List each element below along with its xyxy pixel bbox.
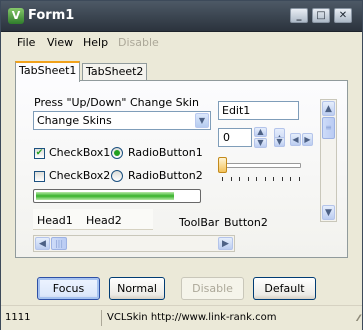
toolbar-button2[interactable]: Button2 [224,216,268,229]
scroll-down-arrow-icon[interactable]: ▼ [322,205,335,220]
header-section-2[interactable]: Head2 [86,214,122,227]
grip-icon: ||| [54,238,64,248]
trackbar-track[interactable] [218,163,301,168]
status-bar: 1111 VCLSkin http://www.link-rank.com ⁄⁄… [1,305,362,330]
trackbar-thumb[interactable] [218,157,227,173]
tab-tabsheet1[interactable]: TabSheet1 [15,61,81,82]
horizontal-scrollbar[interactable]: ◀ ||| ▶ [33,235,235,252]
spin-value: 0 [223,131,230,144]
minimize-button[interactable]: _ [290,8,308,23]
updown-right-arrow-icon[interactable]: ▶ [302,133,313,146]
window-title: Form1 [28,8,75,23]
spin-up-arrow-icon[interactable]: ▲ [254,127,267,137]
menu-file[interactable]: File [17,36,35,49]
horizontal-scroll-thumb[interactable]: ||| [51,237,67,250]
edit1-field[interactable]: Edit1 [218,101,299,120]
trackbar-tick [230,177,232,181]
menu-bar: File View Help Disable [1,32,362,52]
checkbox2-box[interactable] [34,171,45,182]
trackbar-tick [222,177,223,181]
skin-combobox-value: Change Skins [37,114,112,127]
size-grip-icon[interactable]: ⁄⁄⁄ [357,314,359,324]
header-section-1[interactable]: Head1 [37,214,73,227]
app-icon[interactable]: V [8,8,24,24]
skin-combobox[interactable]: Change Skins ▼ [33,111,211,130]
radiobutton1-label[interactable]: RadioButton1 [128,146,203,159]
focus-button[interactable]: Focus [37,277,100,300]
maximize-button[interactable]: □ [312,8,330,23]
updown-left-arrow-icon[interactable]: ◀ [290,133,301,146]
checkbox1-label[interactable]: CheckBox1 [49,146,110,159]
toolbar-label: ToolBar [179,216,220,229]
trackbar-tick [273,177,274,181]
title-bar[interactable]: V Form1 _ □ ✕ [1,1,362,32]
status-panel-center: VCLSkin http://www.link-rank.com [107,312,277,323]
header-control: Head1 Head2 [33,209,153,230]
vertical-scrollbar[interactable]: ▲ ≡ ▼ [320,99,337,222]
default-button[interactable]: Default [253,277,316,300]
spin-down-arrow-icon[interactable]: ▼ [254,138,267,148]
status-panel-left: 1111 [5,310,102,326]
normal-button[interactable]: Normal [109,277,165,300]
main-window: V Form1 _ □ ✕ File View Help Disable Tab… [0,0,363,330]
menu-disable: Disable [118,36,159,49]
trackbar-tick [298,177,300,181]
disable-button: Disable [181,277,244,300]
progress-bar [33,189,201,203]
trackbar-tick [264,177,266,181]
radio-selected-dot [114,150,120,156]
skin-hint-label: Press "Up/Down" Change Skin [34,96,199,109]
spin-edit[interactable]: 0 [218,128,252,147]
scroll-right-arrow-icon[interactable]: ▶ [218,237,233,250]
vertical-scroll-thumb[interactable]: ≡ [322,117,335,139]
menu-view[interactable]: View [47,36,73,49]
grip-icon: ≡ [325,123,332,132]
scroll-up-arrow-icon[interactable]: ▲ [322,101,335,116]
checkbox2-label[interactable]: CheckBox2 [49,169,110,182]
trackbar-tick [256,177,257,181]
progress-fill [36,192,174,200]
radiobutton1-circle[interactable] [111,147,123,159]
scroll-left-arrow-icon[interactable]: ◀ [35,237,50,250]
trackbar-tick [239,177,240,181]
trackbar-tick [281,177,283,181]
checkbox1-box[interactable]: ✔ [34,148,45,159]
edit1-value: Edit1 [222,104,251,117]
trackbar-tick [247,177,249,181]
tab-tabsheet2[interactable]: TabSheet2 [82,63,148,80]
menu-help[interactable]: Help [83,36,108,49]
close-button[interactable]: ✕ [334,8,352,23]
radiobutton2-label[interactable]: RadioButton2 [128,169,203,182]
radiobutton2-circle[interactable] [111,170,123,182]
tab-panel: Press "Up/Down" Change Skin Change Skins… [15,80,348,258]
updown-down-arrow-icon[interactable]: ▼ [274,137,285,147]
chevron-down-icon[interactable]: ▼ [195,113,209,128]
trackbar-tick [290,177,291,181]
